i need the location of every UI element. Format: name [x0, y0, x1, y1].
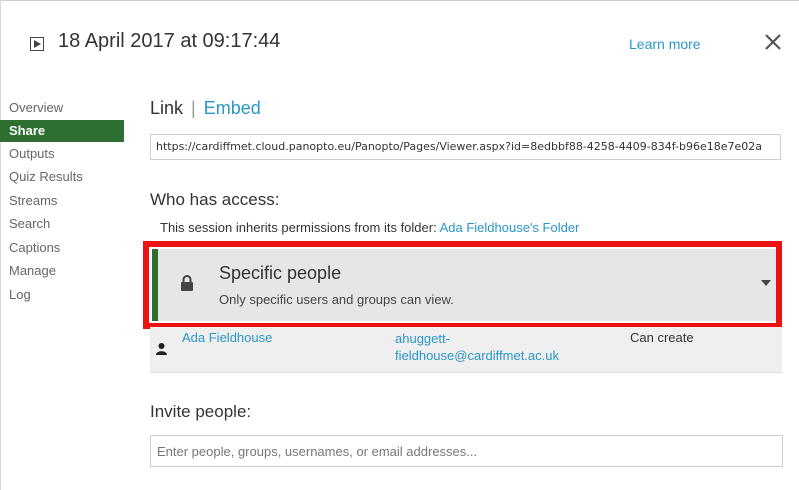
inherit-permissions-text: This session inherits permissions from i… — [160, 220, 579, 235]
tab-separator: | — [191, 98, 196, 118]
lock-icon — [181, 275, 193, 291]
sidebar-item-share[interactable]: Share — [0, 119, 124, 142]
invite-people-heading: Invite people: — [150, 402, 252, 421]
share-tabs: Link | Embed — [150, 98, 261, 119]
permission-user-email[interactable]: ahuggett- fieldhouse@cardiffmet.ac.uk — [395, 330, 559, 364]
inherit-permissions-label: This session inherits permissions from i… — [160, 220, 440, 235]
close-button[interactable] — [762, 31, 784, 53]
invite-people-input[interactable] — [150, 435, 783, 467]
sidebar-item-log[interactable]: Log — [0, 283, 135, 307]
access-level-dropdown[interactable]: Specific people Only specific users and … — [152, 249, 777, 321]
permission-user-email-line1: ahuggett- — [395, 331, 450, 346]
permission-role: Can create — [630, 330, 694, 345]
table-row: Ada Fieldhouse ahuggett- fieldhouse@card… — [150, 327, 782, 373]
permission-user-name[interactable]: Ada Fieldhouse — [182, 330, 272, 345]
who-has-access-heading: Who has access: — [150, 190, 280, 209]
dialog-header: 18 April 2017 at 09:17:44 Learn more — [0, 0, 799, 80]
session-title: 18 April 2017 at 09:17:44 — [58, 30, 281, 52]
play-icon — [30, 37, 44, 51]
permission-user-email-line2: fieldhouse@cardiffmet.ac.uk — [395, 348, 559, 363]
tab-embed[interactable]: Embed — [204, 98, 261, 118]
caret-down-icon — [761, 280, 771, 286]
access-level-description: Only specific users and groups can view. — [219, 292, 454, 307]
access-level-title: Specific people — [219, 263, 342, 283]
sidebar-item-outputs[interactable]: Outputs — [0, 142, 135, 166]
sidebar-item-captions[interactable]: Captions — [0, 236, 135, 260]
user-icon — [156, 343, 167, 355]
sidebar-item-overview[interactable]: Overview — [0, 96, 135, 120]
sidebar-item-manage[interactable]: Manage — [0, 259, 135, 283]
learn-more-link[interactable]: Learn more — [629, 36, 701, 52]
sidebar-item-streams[interactable]: Streams — [0, 189, 135, 213]
close-icon — [765, 34, 781, 50]
tab-link[interactable]: Link — [150, 98, 183, 118]
settings-sidebar: Overview Share Outputs Quiz Results Stre… — [0, 96, 135, 306]
share-url-field[interactable]: https://cardiffmet.cloud.panopto.eu/Pano… — [150, 134, 781, 160]
sidebar-item-search[interactable]: Search — [0, 212, 135, 236]
sidebar-item-quiz-results[interactable]: Quiz Results — [0, 165, 135, 189]
folder-link[interactable]: Ada Fieldhouse's Folder — [440, 220, 580, 235]
